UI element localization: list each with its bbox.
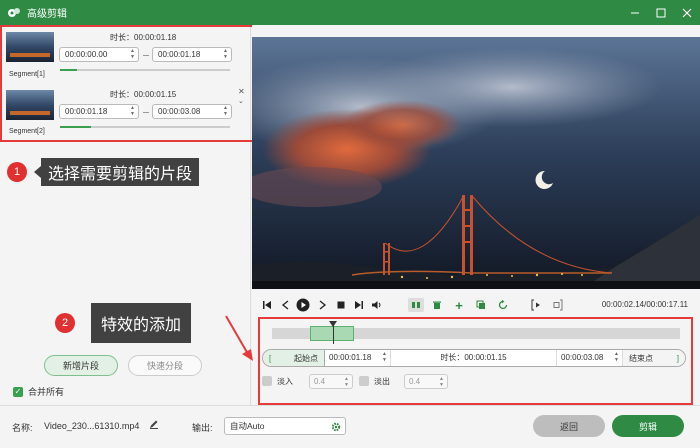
spinner-icon[interactable]: ▲ ▼ [130,48,135,60]
fade-out-label: 淡出 [374,376,390,386]
segment-progress [60,69,230,71]
spinner-icon[interactable]: ▲ ▼ [382,351,387,363]
fade-in-checkbox[interactable] [262,376,272,386]
range-separator [143,55,149,56]
segment-duration: 时长：00:00:01.15 [110,90,177,99]
gear-icon[interactable] [331,421,341,437]
segment-thumbnail [6,32,54,62]
quick-split-button[interactable]: 快速分段 [128,355,202,376]
segment-progress [60,126,230,128]
step-forward-icon[interactable] [316,298,330,312]
spinner-icon[interactable]: ▲ ▼ [344,376,349,388]
bracket-left-icon: [ [269,353,272,363]
fade-out-input[interactable]: 0.4 ▲ ▼ [404,373,448,389]
output-select[interactable]: 自动Auto [224,417,346,435]
spinner-icon[interactable]: ▲ ▼ [130,105,135,117]
fade-controls: 淡入 0.4 ▲ ▼ 淡出 0.4 ▲ ▼ [262,373,482,389]
volume-icon[interactable] [370,298,384,312]
remove-segment-icon[interactable]: ✕ [238,87,245,96]
minimize-icon[interactable] [622,0,648,25]
preview-panel: + 00:00:02.14/00:00:17.11 [ 起始点 00:00:01… [252,25,700,405]
timeline-selection[interactable] [310,326,354,341]
segment-start-field[interactable]: 00:00:00.00 ▲ ▼ [59,47,139,62]
timeline-track[interactable] [272,321,680,344]
start-time-field[interactable]: 00:00:01.18 ▲ ▼ [325,350,391,366]
bracket-right-icon: ] [676,353,679,363]
skip-start-icon[interactable] [260,298,274,312]
trim-duration: 时长：00:00:01.15 [391,350,557,366]
segment-label: Segment[1] [9,71,45,78]
annotation-badge: 2 [55,313,75,333]
segment-end-field[interactable]: 00:00:03.08 ▲ ▼ [152,104,232,119]
video-frame-image [252,37,700,289]
annotation-callout: 特效的添加 [91,303,192,343]
video-preview [252,37,700,289]
range-separator [143,112,149,113]
fade-in-input[interactable]: 0.4 ▲ ▼ [309,373,353,389]
playhead-marker[interactable] [329,321,337,344]
delete-icon[interactable] [430,298,444,312]
spinner-icon[interactable]: ▲ ▼ [439,376,444,388]
annotation-arrow-icon [225,315,253,361]
mark-in-icon[interactable] [530,298,544,312]
playback-time: 00:00:02.14/00:00:17.11 [601,300,688,309]
output-label: 输出: [192,423,213,433]
reset-icon[interactable] [496,298,510,312]
annotation-badge: 1 [7,162,27,182]
segment-panel: Segment[1] 时长：00:00:01.18 00:00:00.00 ▲ ▼ … [0,25,254,405]
window-title: 高级剪辑 [27,9,67,20]
player-controls: + 00:00:02.14/00:00:17.11 [252,295,700,315]
segment-duration: 时长：00:00:01.18 [110,33,177,42]
spinner-icon[interactable]: ▲ ▼ [614,351,619,363]
bottom-bar: 名称: Video_230...61310.mp4 输出: 自动Auto 返回 … [0,405,700,448]
fade-in-label: 淡入 [277,376,293,386]
maximize-icon[interactable] [648,0,674,25]
set-end-button[interactable]: 结束点 ] [623,350,685,366]
mark-out-icon[interactable] [550,298,564,312]
title-bar: 高级剪辑 [0,0,700,25]
spinner-icon[interactable]: ▲ ▼ [223,48,228,60]
segment-item[interactable]: Segment[2] 时长：00:00:01.15 00:00:01.18 ▲ ▼ … [2,85,252,141]
add-segment-button[interactable]: 新增片段 [44,355,118,376]
effects-highlight: [ 起始点 00:00:01.18 ▲ ▼ 时长：00:00:01.15 00:00… [258,317,693,405]
fade-out-checkbox[interactable] [359,376,369,386]
play-icon[interactable] [296,298,310,312]
edit-name-icon[interactable] [149,419,159,431]
snapshot-icon[interactable] [408,298,424,312]
segment-end-field[interactable]: 00:00:01.18 ▲ ▼ [152,47,232,62]
copy-icon[interactable] [474,298,488,312]
segment-label: Segment[2] [9,128,45,135]
segment-list-highlight: Segment[1] 时长：00:00:01.18 00:00:00.00 ▲ ▼ … [0,25,254,142]
chevron-down-icon[interactable]: ⌄ [238,97,244,105]
segment-thumbnail [6,90,54,120]
annotation-callout: 选择需要剪辑的片段 [41,158,200,186]
checkmark-icon[interactable]: ✓ [13,386,23,397]
annotation-pointer [34,166,41,178]
trim-controls: [ 起始点 00:00:01.18 ▲ ▼ 时长：00:00:01.15 00:00… [262,349,686,367]
add-icon[interactable]: + [452,298,466,313]
cut-button[interactable]: 剪辑 [612,415,684,437]
set-start-button[interactable]: [ 起始点 [263,350,325,366]
segment-item[interactable]: Segment[1] 时长：00:00:01.18 00:00:00.00 ▲ ▼ … [2,27,252,83]
step-back-icon[interactable] [278,298,292,312]
back-button[interactable]: 返回 [533,415,605,437]
app-logo-icon [8,7,20,17]
close-icon[interactable] [674,0,700,25]
merge-all-checkbox[interactable]: ✓ 合并所有 [13,385,64,398]
skip-end-icon[interactable] [352,298,366,312]
stop-icon[interactable] [334,298,348,312]
name-label: 名称: [12,423,33,433]
end-time-field[interactable]: 00:00:03.08 ▲ ▼ [557,350,623,366]
spinner-icon[interactable]: ▲ ▼ [223,105,228,117]
file-name: Video_230...61310.mp4 [44,421,140,431]
merge-all-label: 合并所有 [28,387,65,397]
segment-start-field[interactable]: 00:00:01.18 ▲ ▼ [59,104,139,119]
